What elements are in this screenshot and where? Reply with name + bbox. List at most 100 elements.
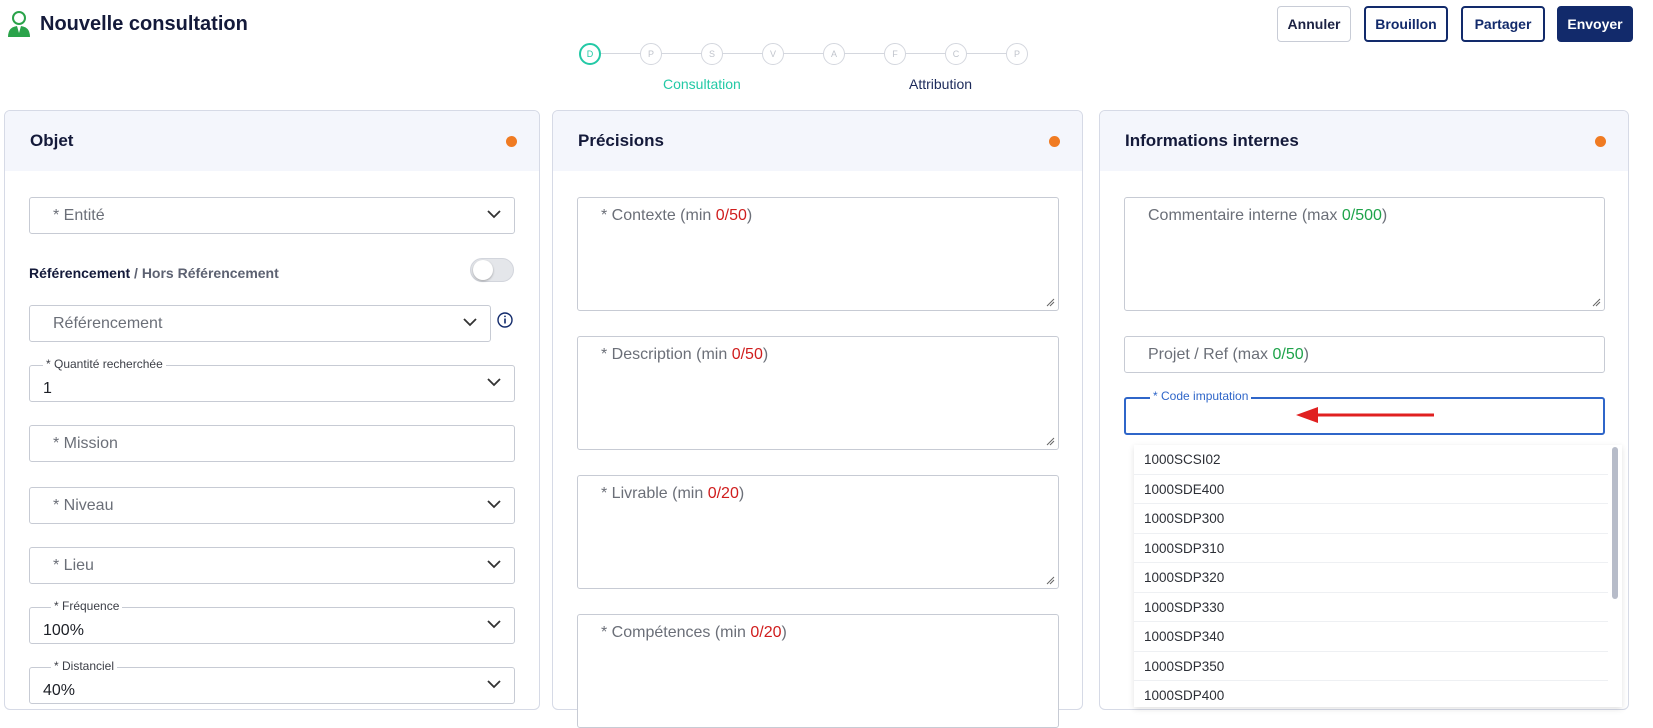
livrable-end: )	[738, 485, 745, 502]
projet-ref-input[interactable]: Projet / Ref (max 0/50)	[1124, 336, 1605, 373]
referencement-placeholder: Référencement	[53, 315, 163, 332]
step-label-attribution: Attribution	[909, 76, 973, 92]
page-title: Nouvelle consultation	[40, 13, 248, 35]
step-3[interactable]: S	[701, 43, 723, 65]
step-7[interactable]: C	[945, 43, 967, 65]
niveau-select[interactable]: * Niveau	[29, 487, 515, 524]
frequence-select[interactable]: * Fréquence 100%	[29, 599, 515, 644]
chevron-down-icon	[463, 318, 477, 327]
description-placeholder: * Description (min 0/50)	[601, 346, 768, 364]
dropdown-option[interactable]: 1000SCSI02	[1134, 445, 1608, 475]
panel-precisions-title: Précisions	[578, 131, 664, 150]
toggle-knob	[473, 260, 493, 280]
projet-label: Projet / Ref (max	[1148, 346, 1273, 363]
distanciel-label: * Distanciel	[51, 659, 118, 673]
entite-placeholder: * Entité	[53, 207, 105, 224]
commentaire-placeholder: Commentaire interne (max 0/500)	[1148, 207, 1387, 225]
chevron-down-icon	[487, 680, 501, 689]
step-label-consultation: Consultation	[663, 76, 741, 92]
chevron-down-icon	[487, 500, 501, 509]
step-6[interactable]: F	[884, 43, 906, 65]
panel-precisions-header: Précisions	[553, 111, 1082, 171]
niveau-placeholder: * Niveau	[53, 497, 114, 514]
competences-textarea[interactable]: * Compétences (min 0/20)	[577, 614, 1059, 728]
resize-handle-icon[interactable]	[1046, 437, 1055, 446]
arrow-annotation-icon	[1296, 407, 1434, 423]
description-textarea[interactable]: * Description (min 0/50)	[577, 336, 1059, 450]
description-end: )	[762, 346, 769, 363]
chevron-down-icon	[487, 378, 501, 387]
mission-input[interactable]: * Mission	[29, 425, 515, 462]
livrable-placeholder: * Livrable (min 0/20)	[601, 485, 744, 503]
resize-handle-icon[interactable]	[1046, 576, 1055, 585]
ref-label-inactive: / Hors Référencement	[130, 265, 279, 281]
commentaire-count: 0/500	[1341, 207, 1382, 224]
quantite-select[interactable]: * Quantité recherchée 1	[29, 357, 515, 402]
step-4[interactable]: V	[762, 43, 784, 65]
referencement-toggle-label: Référencement / Hors Référencement	[29, 265, 279, 281]
dropdown-option[interactable]: 1000SDP300	[1134, 504, 1608, 534]
mission-placeholder: * Mission	[53, 435, 118, 452]
panel-informations-title: Informations internes	[1125, 131, 1299, 150]
contexte-label: * Contexte (min	[601, 207, 716, 224]
resize-handle-icon[interactable]	[1592, 298, 1601, 307]
send-button[interactable]: Envoyer	[1557, 6, 1633, 42]
frequence-label: * Fréquence	[51, 599, 123, 613]
dropdown-option[interactable]: 1000SDE400	[1134, 475, 1608, 504]
commentaire-end: )	[1381, 207, 1388, 224]
quantite-label: * Quantité recherchée	[43, 357, 166, 371]
cancel-button[interactable]: Annuler	[1277, 6, 1351, 42]
dropdown-option[interactable]: 1000SDP400	[1134, 681, 1608, 707]
distanciel-select[interactable]: * Distanciel 40%	[29, 659, 515, 704]
resize-handle-icon[interactable]	[1046, 298, 1055, 307]
contexte-end: )	[746, 207, 753, 224]
code-imputation-label: * Code imputation	[1150, 389, 1252, 403]
dropdown-option[interactable]: 1000SDP310	[1134, 534, 1608, 563]
referencement-select[interactable]: Référencement	[29, 305, 491, 342]
livrable-textarea[interactable]: * Livrable (min 0/20)	[577, 475, 1059, 589]
dropdown-scrollbar[interactable]	[1612, 447, 1618, 599]
step-8[interactable]: P	[1006, 43, 1028, 65]
user-icon	[8, 11, 30, 37]
chevron-down-icon	[487, 210, 501, 219]
competences-count: 0/20	[750, 624, 782, 641]
contexte-textarea[interactable]: * Contexte (min 0/50)	[577, 197, 1059, 311]
competences-end: )	[781, 624, 787, 641]
entite-select[interactable]: * Entité	[29, 197, 515, 234]
step-5[interactable]: A	[823, 43, 845, 65]
panel-objet-header: Objet	[5, 111, 539, 171]
description-label: * Description (min	[601, 346, 732, 363]
step-2[interactable]: P	[640, 43, 662, 65]
competences-placeholder: * Compétences (min 0/20)	[601, 624, 787, 642]
chevron-down-icon	[487, 620, 501, 629]
share-button[interactable]: Partager	[1461, 6, 1545, 42]
livrable-label: * Livrable (min	[601, 485, 708, 502]
competences-label: * Compétences (min	[601, 624, 751, 641]
commentaire-textarea[interactable]: Commentaire interne (max 0/500)	[1124, 197, 1605, 311]
dropdown-option[interactable]: 1000SDP330	[1134, 593, 1608, 622]
dropdown-option[interactable]: 1000SDP320	[1134, 563, 1608, 593]
panel-informations-header: Informations internes	[1100, 111, 1628, 171]
progress-stepper: D P S V A F C P Consultation Attribution	[579, 43, 1059, 103]
description-count: 0/50	[731, 346, 763, 363]
dropdown-option[interactable]: 1000SDP350	[1134, 652, 1608, 681]
distanciel-value: 40%	[43, 682, 76, 699]
step-1[interactable]: D	[579, 43, 601, 65]
ref-label-active: Référencement	[29, 265, 131, 281]
contexte-placeholder: * Contexte (min 0/50)	[601, 207, 752, 225]
draft-button[interactable]: Brouillon	[1364, 6, 1448, 42]
projet-count: 0/50	[1272, 346, 1304, 363]
panel-objet-title: Objet	[30, 131, 74, 150]
dropdown-option[interactable]: 1000SDP340	[1134, 622, 1608, 652]
header: Nouvelle consultation Annuler Brouillon …	[0, 0, 1653, 105]
livrable-count: 0/20	[707, 485, 739, 502]
lieu-select[interactable]: * Lieu	[29, 547, 515, 584]
code-imputation-dropdown: 1000SCSI02 1000SDE400 1000SDP300 1000SDP…	[1134, 445, 1622, 707]
lieu-placeholder: * Lieu	[53, 557, 94, 574]
commentaire-label: Commentaire interne (max	[1148, 207, 1342, 224]
status-dot	[1595, 136, 1606, 147]
info-icon[interactable]	[497, 312, 513, 328]
contexte-count: 0/50	[715, 207, 747, 224]
referencement-toggle[interactable]	[470, 258, 514, 282]
status-dot	[1049, 136, 1060, 147]
